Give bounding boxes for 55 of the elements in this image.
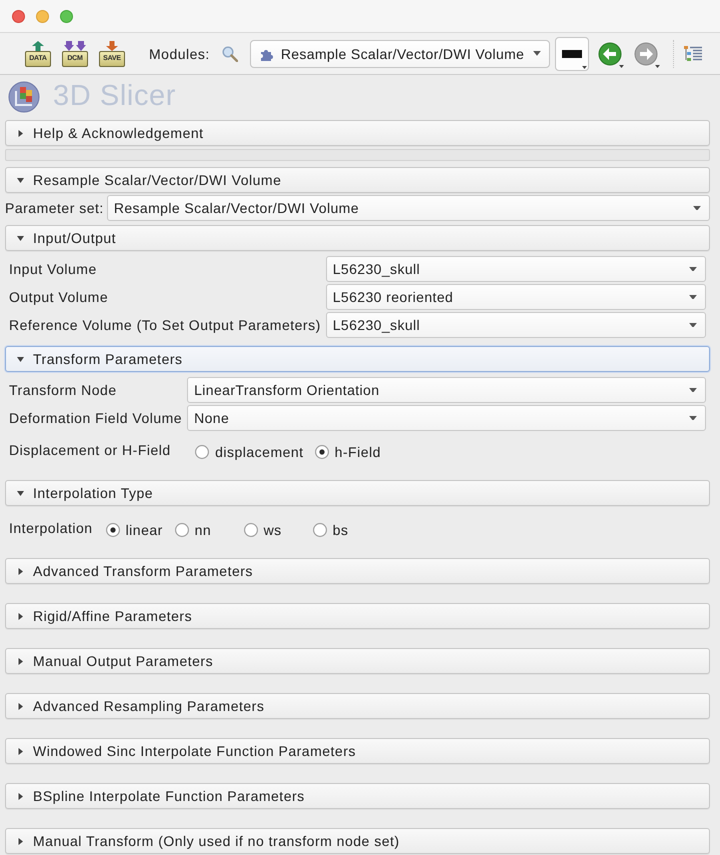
dropdown[interactable]: None	[187, 405, 706, 431]
module-dropdown[interactable]: Resample Scalar/Vector/DWI Volume	[250, 40, 550, 68]
section-header[interactable]: Windowed Sinc Interpolate Function Parameters	[5, 738, 710, 764]
section-header[interactable]: Manual Output Parameters	[5, 648, 710, 674]
radio-option[interactable]: linear	[106, 519, 164, 541]
field-label: Output Volume	[9, 289, 110, 305]
caret-down-icon	[689, 322, 697, 328]
caret-down-icon	[689, 388, 697, 392]
field-label: Input Volume	[9, 261, 98, 277]
caret-down-icon	[582, 66, 587, 68]
caret-down-icon	[618, 64, 624, 68]
caret-down-icon	[654, 64, 660, 68]
caret-down-icon	[532, 51, 541, 56]
section-header[interactable]: Rigid/Affine Parameters	[5, 603, 710, 629]
field-label: Interpolation	[9, 519, 93, 538]
search-icon[interactable]	[222, 46, 238, 62]
radio-option[interactable]: displacement	[195, 441, 304, 463]
section-header[interactable]: Resample Scalar/Vector/DWI Volume	[5, 167, 710, 193]
field-label: Reference Volume (To Set Output Parameters)	[9, 317, 321, 333]
tree-list-icon[interactable]	[684, 44, 702, 62]
maximize-icon[interactable]	[60, 10, 73, 22]
radio-option[interactable]: h-Field	[314, 441, 381, 463]
section-header[interactable]: Advanced Transform Parameters	[5, 558, 710, 584]
field-label: Displacement or H-Field	[9, 441, 172, 460]
radio-option[interactable]: nn	[174, 519, 233, 541]
bar-icon	[562, 50, 582, 58]
dropdown[interactable]: LinearTransform Orientation	[187, 377, 706, 403]
caret-down-icon	[689, 266, 697, 272]
dropdown[interactable]: L56230_skull	[326, 256, 706, 282]
section-header[interactable]: Advanced Resampling Parameters	[5, 693, 710, 719]
section-header[interactable]: Help & Acknowledgement	[5, 120, 710, 146]
caret-down-icon	[689, 416, 697, 420]
section-header[interactable]: Input/Output	[5, 225, 710, 251]
double-arrow-icon	[64, 40, 86, 50]
field-label: Transform Node	[9, 382, 118, 398]
logo-icon	[8, 80, 40, 112]
parameter-set-dropdown[interactable]: Resample Scalar/Vector/DWI Volume	[106, 195, 710, 221]
down-arrow-icon	[106, 40, 118, 50]
section-header[interactable]: Interpolation Type	[5, 480, 710, 506]
layout-button[interactable]	[554, 36, 589, 70]
section-header[interactable]: Manual Transform (Only used if no transform node set)	[5, 828, 710, 854]
caret-down-icon	[689, 294, 697, 300]
section-header[interactable]: Transform Parameters	[5, 346, 710, 372]
radio-option[interactable]: bs	[312, 519, 371, 541]
close-icon[interactable]	[12, 10, 25, 22]
field-label: Parameter set:	[5, 200, 104, 216]
modules-label: Modules:	[149, 46, 210, 62]
dropdown[interactable]: L56230 reoriented	[326, 284, 706, 310]
up-arrow-icon	[32, 40, 44, 50]
minimize-icon[interactable]	[36, 10, 49, 22]
field-label: Deformation Field Volume	[9, 410, 182, 426]
caret-down-icon	[693, 206, 701, 210]
radio-option[interactable]: ws	[244, 519, 302, 541]
dropdown[interactable]: L56230_skull	[326, 312, 706, 338]
section-header[interactable]: BSpline Interpolate Function Parameters	[5, 783, 710, 809]
